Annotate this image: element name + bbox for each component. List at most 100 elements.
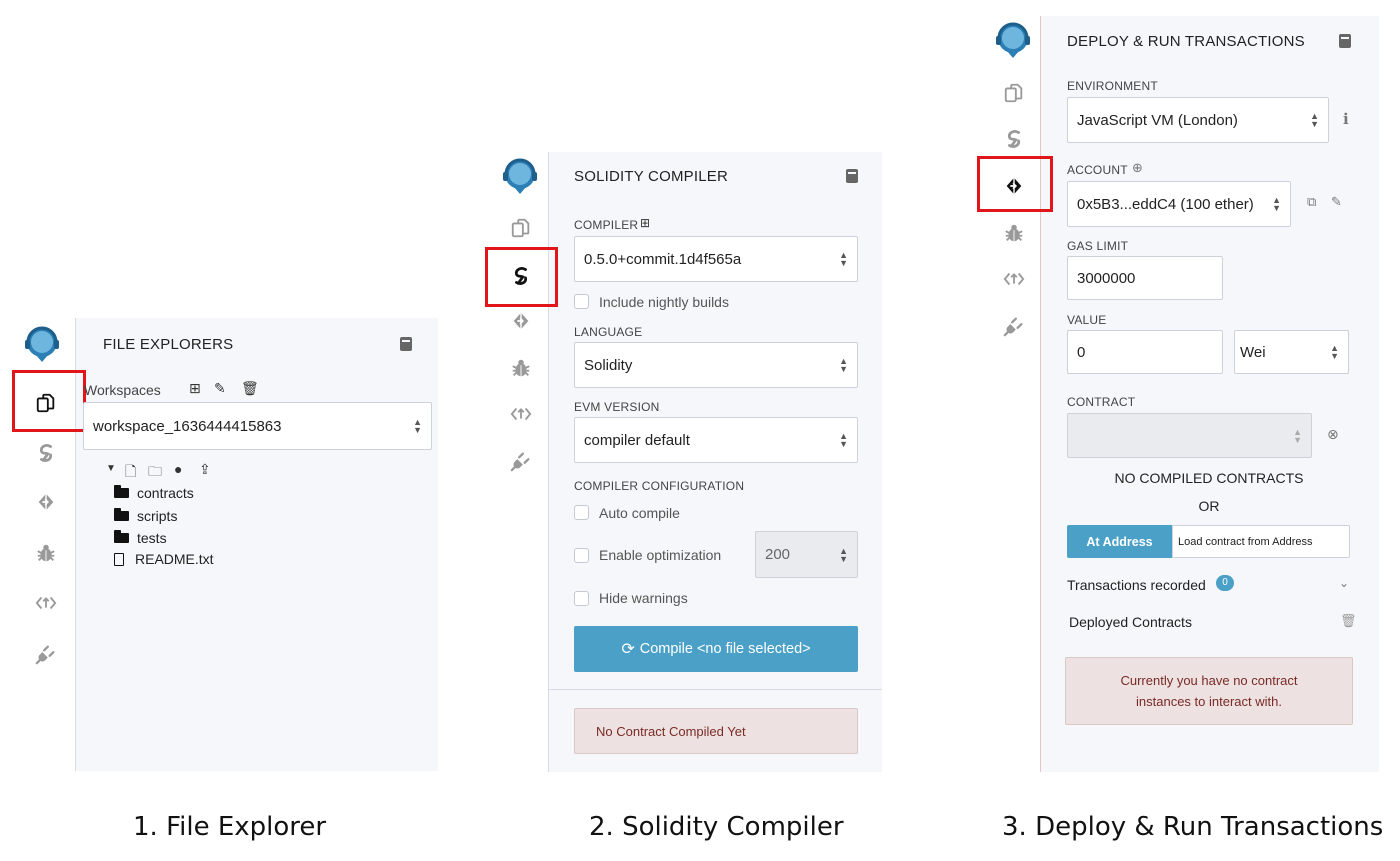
enable-optimization-checkbox[interactable] — [574, 548, 589, 563]
no-instances-alert: Currently you have no contract instances… — [1065, 657, 1353, 725]
deploy-run-icon[interactable] — [508, 308, 534, 334]
or-text: OR — [1198, 498, 1220, 514]
sidebar-divider — [1040, 16, 1041, 772]
contract-label: CONTRACT — [1067, 395, 1136, 409]
select-arrows-icon: ▲ ▼ — [1293, 426, 1302, 445]
folder-icon — [114, 508, 129, 521]
load-address-input[interactable]: Load contract from Address — [1172, 525, 1350, 558]
select-arrows-icon: ▲ ▼ — [839, 356, 848, 374]
add-account-icon[interactable]: ⊕ — [1132, 160, 1143, 176]
select-arrows-icon: ▲ ▼ — [839, 250, 848, 268]
evm-version-label: EVM VERSION — [574, 400, 660, 414]
analysis-icon[interactable] — [508, 401, 534, 427]
workspace-select[interactable]: workspace_1636444415863 ▲ ▼ — [83, 402, 432, 450]
hide-warnings-label: Hide warnings — [599, 590, 688, 606]
transactions-recorded-label[interactable]: Transactions recorded — [1067, 577, 1206, 593]
clear-icon[interactable]: ⊗ — [1327, 426, 1339, 443]
compile-button[interactable]: ⟳ Compile <no file selected> — [574, 626, 858, 672]
file-explorer-icon[interactable] — [508, 215, 534, 241]
compiler-config-label: COMPILER CONFIGURATION — [574, 479, 745, 493]
compiler-label: COMPILER — [574, 218, 639, 232]
create-workspace-icon[interactable]: ⊞ — [189, 380, 201, 397]
rename-workspace-icon[interactable]: ✎ — [214, 380, 226, 397]
panel-title: DEPLOY & RUN TRANSACTIONS — [1067, 33, 1305, 50]
remix-logo — [993, 20, 1033, 60]
gas-limit-label: GAS LIMIT — [1067, 239, 1129, 253]
panel-title: SOLIDITY COMPILER — [574, 168, 728, 185]
plugin-manager-icon[interactable] — [33, 641, 59, 667]
highlight-box — [977, 156, 1053, 212]
debugger-icon[interactable] — [33, 540, 59, 566]
copy-icon[interactable]: ⧉ — [1307, 194, 1316, 210]
remix-logo — [500, 156, 540, 196]
account-label: ACCOUNT — [1067, 163, 1128, 177]
select-arrows-icon: ▲ ▼ — [413, 417, 422, 435]
transactions-count-badge: 0 — [1216, 575, 1234, 591]
debugger-icon[interactable] — [508, 355, 534, 381]
stepper-arrows-icon: ▲ ▼ — [839, 545, 848, 564]
chevron-down-icon[interactable]: ⌄ — [1339, 576, 1349, 590]
environment-label: ENVIRONMENT — [1067, 79, 1158, 93]
section-divider — [549, 689, 882, 690]
value-input[interactable]: 0 — [1067, 330, 1223, 374]
caption-file-explorer: 1. File Explorer — [133, 812, 327, 842]
language-select[interactable]: Solidity ▲ ▼ — [574, 342, 858, 388]
documentation-icon[interactable] — [400, 337, 412, 351]
refresh-icon: ⟳ — [621, 641, 635, 658]
solidity-compiler-icon[interactable] — [33, 440, 59, 466]
evm-version-select[interactable]: compiler default ▲ ▼ — [574, 417, 858, 463]
enable-optimization-label: Enable optimization — [599, 547, 722, 563]
add-compiler-icon[interactable]: ⊞ — [640, 216, 650, 230]
panel-title: FILE EXPLORERS — [103, 336, 234, 353]
compiler-version-select[interactable]: 0.5.0+commit.1d4f565a ▲ ▼ — [574, 236, 858, 282]
caret-down-icon[interactable]: ▼ — [106, 463, 116, 474]
upload-icon[interactable]: ⇪ — [199, 461, 211, 478]
workspaces-label: Workspaces — [84, 382, 161, 398]
tree-item-scripts[interactable]: scripts — [114, 508, 177, 524]
trash-icon[interactable]: 🗑 — [1340, 613, 1357, 629]
optimization-runs-input[interactable]: 200 ▲ ▼ — [755, 531, 858, 578]
plugin-manager-icon[interactable] — [1001, 313, 1027, 339]
value-unit-select[interactable]: Wei ▲ ▼ — [1234, 330, 1349, 374]
hide-warnings-checkbox[interactable] — [574, 591, 589, 606]
documentation-icon[interactable] — [1339, 34, 1351, 48]
sidebar-divider — [548, 152, 549, 772]
analysis-icon[interactable] — [33, 590, 59, 616]
analysis-icon[interactable] — [1001, 266, 1027, 292]
no-compiled-contracts-text: NO COMPILED CONTRACTS — [1114, 470, 1304, 486]
documentation-icon[interactable] — [846, 169, 858, 183]
new-file-icon[interactable]: 🗋 — [125, 461, 136, 485]
auto-compile-checkbox[interactable] — [574, 505, 589, 520]
deploy-run-icon[interactable] — [33, 489, 59, 515]
new-folder-icon[interactable]: 🗀 — [148, 461, 162, 485]
github-icon[interactable]: ● — [174, 461, 182, 477]
select-arrows-icon: ▲ ▼ — [1310, 111, 1319, 129]
tree-item-readme[interactable]: README.txt — [114, 551, 214, 567]
deployed-contracts-label: Deployed Contracts — [1069, 614, 1192, 630]
environment-select[interactable]: JavaScript VM (London) ▲ ▼ — [1067, 97, 1329, 143]
at-address-button[interactable]: At Address — [1067, 525, 1172, 558]
file-explorer-icon[interactable] — [1001, 80, 1027, 106]
remix-logo — [22, 324, 62, 364]
file-icon — [114, 552, 124, 566]
auto-compile-label: Auto compile — [599, 505, 680, 521]
debugger-icon[interactable] — [1001, 220, 1027, 246]
solidity-compiler-icon[interactable] — [1001, 126, 1027, 152]
nightly-builds-label: Include nightly builds — [599, 294, 729, 310]
language-label: LANGUAGE — [574, 325, 643, 339]
tree-item-tests[interactable]: tests — [114, 530, 167, 546]
delete-workspace-icon[interactable]: 🗑 — [241, 380, 259, 397]
folder-icon — [114, 530, 129, 543]
plugin-manager-icon[interactable] — [508, 448, 534, 474]
account-select[interactable]: 0x5B3...eddC4 (100 ether) ▲ ▼ — [1067, 181, 1291, 227]
gas-limit-input[interactable]: 3000000 — [1067, 256, 1223, 300]
tree-item-contracts[interactable]: contracts — [114, 485, 194, 501]
no-contract-alert: No Contract Compiled Yet — [574, 708, 858, 754]
caption-solidity-compiler: 2. Solidity Compiler — [589, 812, 844, 842]
select-arrows-icon: ▲ ▼ — [839, 431, 848, 449]
select-arrows-icon: ▲ ▼ — [1272, 195, 1281, 213]
nightly-builds-checkbox[interactable] — [574, 294, 589, 309]
info-icon[interactable]: ℹ — [1343, 110, 1349, 128]
edit-icon[interactable]: ✎ — [1331, 194, 1342, 210]
contract-select[interactable]: ▲ ▼ — [1067, 413, 1312, 458]
